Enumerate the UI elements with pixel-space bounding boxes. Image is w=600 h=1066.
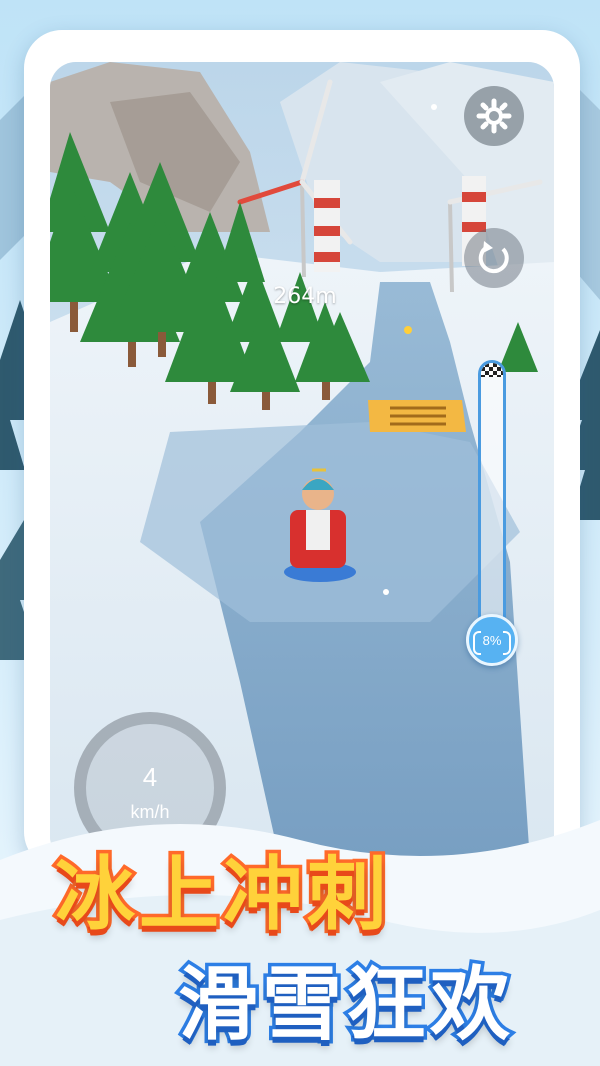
restart-button[interactable] [464, 228, 524, 288]
bracket-left-icon [473, 631, 481, 655]
progress-percent: 8% [482, 632, 502, 648]
gear-icon [476, 98, 512, 134]
settings-button[interactable] [464, 86, 524, 146]
distance-readout: 264m [273, 284, 337, 309]
slogan-line-2: 滑雪狂欢 [175, 955, 514, 1055]
progress-track [478, 360, 506, 650]
finish-flag-icon [481, 363, 503, 377]
speed-value: 4 [142, 762, 158, 792]
bracket-right-icon [503, 631, 511, 655]
game-screen: 264m 8% 4 km/h [50, 62, 554, 862]
slogan-line-1: 冰上冲刺 [52, 845, 391, 945]
progress-knob: 8% [466, 614, 518, 666]
restart-icon [478, 241, 509, 274]
